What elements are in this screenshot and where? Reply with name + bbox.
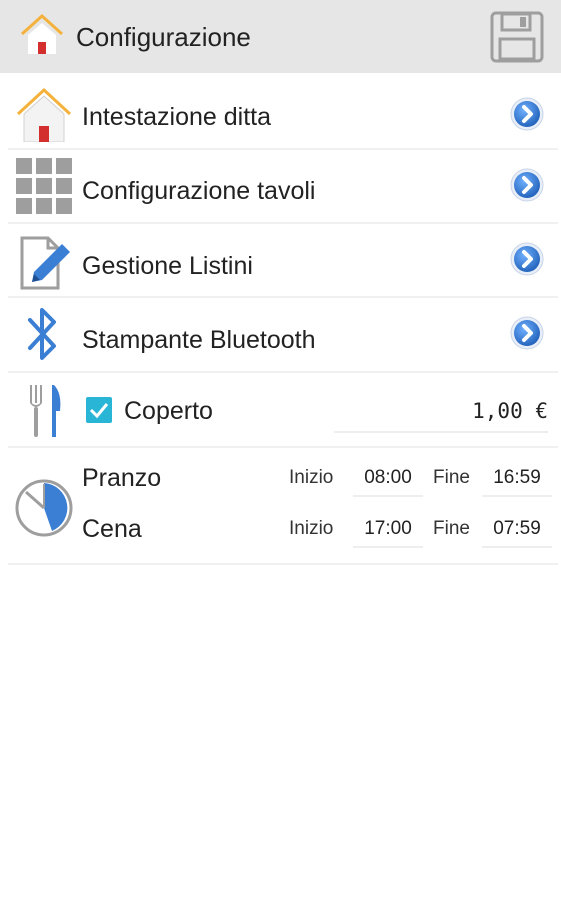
app-bar: Configurazione bbox=[0, 0, 561, 73]
fork-knife-icon bbox=[28, 383, 64, 444]
page-title: Configurazione bbox=[76, 22, 251, 52]
grid-icon bbox=[16, 158, 72, 219]
menu-item-stampante-bluetooth[interactable]: Stampante Bluetooth bbox=[0, 298, 561, 371]
coperto-checkbox[interactable] bbox=[86, 397, 112, 423]
floppy-disk-icon[interactable] bbox=[490, 11, 544, 68]
chevron-right-icon[interactable] bbox=[510, 242, 544, 276]
bluetooth-icon bbox=[26, 304, 60, 371]
pranzo-start-label: Inizio bbox=[289, 467, 334, 488]
pranzo-label: Pranzo bbox=[82, 464, 162, 492]
pranzo-start-time[interactable]: 08:00 bbox=[353, 467, 423, 497]
menu-item-label: Configurazione tavoli bbox=[82, 177, 316, 205]
chevron-right-icon[interactable] bbox=[510, 168, 544, 202]
home-icon[interactable] bbox=[20, 13, 64, 59]
cena-label: Cena bbox=[82, 515, 142, 543]
cena-end-time[interactable]: 07:59 bbox=[482, 518, 552, 548]
cena-start-time[interactable]: 17:00 bbox=[353, 518, 423, 548]
coperto-row: Coperto 1,00 € bbox=[0, 373, 561, 446]
clock-icon bbox=[14, 478, 74, 543]
cena-end-label: Fine bbox=[433, 518, 470, 539]
divider bbox=[8, 563, 558, 565]
coperto-label: Coperto bbox=[124, 397, 213, 425]
edit-document-icon bbox=[18, 234, 72, 297]
home-icon bbox=[16, 87, 72, 147]
chevron-right-icon[interactable] bbox=[510, 97, 544, 131]
menu-item-gestione-listini[interactable]: Gestione Listini bbox=[0, 224, 561, 296]
menu-item-intestazione-ditta[interactable]: Intestazione ditta bbox=[0, 75, 561, 148]
menu-item-configurazione-tavoli[interactable]: Configurazione tavoli bbox=[0, 150, 561, 222]
cena-start-label: Inizio bbox=[289, 518, 334, 539]
orari-section: Pranzo Inizio 08:00 Fine 16:59 Cena Iniz… bbox=[0, 448, 561, 563]
pranzo-end-time[interactable]: 16:59 bbox=[482, 467, 552, 497]
pranzo-end-label: Fine bbox=[433, 467, 470, 488]
chevron-right-icon[interactable] bbox=[510, 316, 544, 350]
menu-item-label: Intestazione ditta bbox=[82, 103, 272, 131]
coperto-value-field[interactable]: 1,00 € bbox=[334, 399, 548, 433]
menu-item-label: Gestione Listini bbox=[82, 252, 253, 280]
menu-item-label: Stampante Bluetooth bbox=[82, 326, 316, 354]
